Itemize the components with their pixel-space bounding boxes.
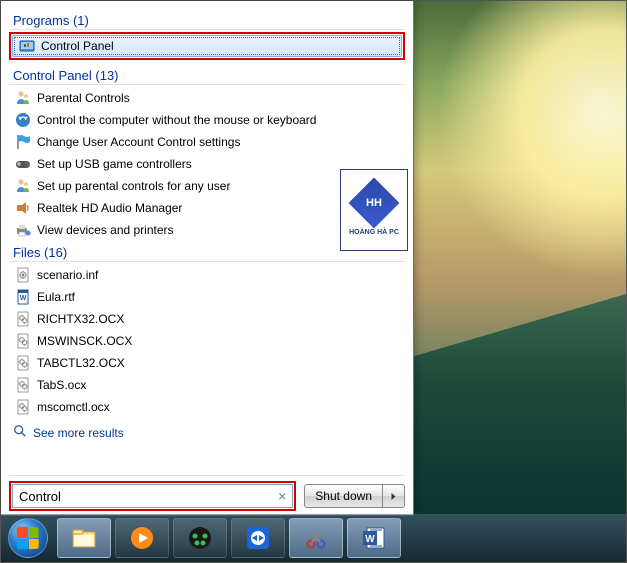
- control-panel-icon: [19, 38, 35, 54]
- ocx-icon: [15, 377, 31, 393]
- taskbar-item-teamviewer[interactable]: [231, 518, 285, 558]
- word-icon: W: [360, 524, 388, 552]
- result-item[interactable]: MSWINSCK.OCX: [9, 330, 405, 352]
- teamviewer-icon: [244, 524, 272, 552]
- result-item[interactable]: scenario.inf: [9, 264, 405, 286]
- search-highlight: ×: [9, 481, 296, 511]
- media-player-icon: [128, 524, 156, 552]
- ocx-icon: [15, 333, 31, 349]
- result-label: TABCTL32.OCX: [37, 356, 125, 370]
- realtek-icon: [15, 200, 31, 216]
- taskbar-item-snipping-tool[interactable]: [289, 518, 343, 558]
- result-label: Control Panel: [41, 39, 114, 53]
- word-icon: W: [15, 289, 31, 305]
- inf-icon: [15, 267, 31, 283]
- ease-icon: [15, 112, 31, 128]
- svg-text:W: W: [20, 295, 27, 302]
- search-input[interactable]: [17, 489, 276, 504]
- result-item[interactable]: mscomctl.ocx: [9, 396, 405, 418]
- result-item[interactable]: Change User Account Control settings: [9, 131, 405, 153]
- result-label: View devices and printers: [37, 223, 174, 237]
- result-item[interactable]: Control the computer without the mouse o…: [9, 109, 405, 131]
- see-more-label: See more results: [33, 426, 124, 440]
- result-label: Realtek HD Audio Manager: [37, 201, 182, 215]
- search-icon: [13, 424, 27, 441]
- game-controller-icon: [15, 156, 31, 172]
- clear-search-icon[interactable]: ×: [276, 488, 288, 504]
- programs-heading: Programs (1): [9, 9, 405, 30]
- programs-highlight: Control Panel: [9, 32, 405, 60]
- result-label: Change User Account Control settings: [37, 135, 240, 149]
- uac-flag-icon: [15, 134, 31, 150]
- parental-icon: [15, 90, 31, 106]
- control-panel-heading: Control Panel (13): [9, 64, 405, 85]
- result-label: Parental Controls: [37, 91, 130, 105]
- parental-icon: [15, 178, 31, 194]
- result-item[interactable]: Parental Controls: [9, 87, 405, 109]
- taskbar-item-explorer[interactable]: [57, 518, 111, 558]
- result-item[interactable]: W Eula.rtf: [9, 286, 405, 308]
- coccoc-icon: [186, 524, 214, 552]
- shut-down-options-button[interactable]: [383, 484, 405, 508]
- ocx-icon: [15, 399, 31, 415]
- result-label: Set up parental controls for any user: [37, 179, 230, 193]
- watermark-logo: HH HOÀNG HÀ PC: [340, 169, 408, 251]
- shut-down-button[interactable]: Shut down: [304, 484, 383, 508]
- snipping-tool-icon: [302, 524, 330, 552]
- ocx-icon: [15, 311, 31, 327]
- result-label: scenario.inf: [37, 268, 98, 282]
- taskbar-item-coccoc[interactable]: [173, 518, 227, 558]
- result-label: MSWINSCK.OCX: [37, 334, 132, 348]
- taskbar-item-word[interactable]: W: [347, 518, 401, 558]
- taskbar: W: [1, 514, 626, 562]
- taskbar-item-media-player[interactable]: [115, 518, 169, 558]
- start-menu-search-results: Programs (1) Control Panel Control Panel…: [1, 1, 414, 516]
- result-item[interactable]: TabS.ocx: [9, 374, 405, 396]
- result-item[interactable]: TABCTL32.OCX: [9, 352, 405, 374]
- result-label: Set up USB game controllers: [37, 157, 192, 171]
- result-label: RICHTX32.OCX: [37, 312, 124, 326]
- result-label: Eula.rtf: [37, 290, 75, 304]
- devices-printers-icon: [15, 222, 31, 238]
- result-item[interactable]: RICHTX32.OCX: [9, 308, 405, 330]
- ocx-icon: [15, 355, 31, 371]
- svg-text:W: W: [365, 534, 375, 545]
- result-label: TabS.ocx: [37, 378, 86, 392]
- result-label: mscomctl.ocx: [37, 400, 110, 414]
- result-control-panel[interactable]: Control Panel: [12, 35, 402, 57]
- search-box[interactable]: ×: [12, 484, 293, 508]
- result-label: Control the computer without the mouse o…: [37, 113, 316, 127]
- explorer-icon: [70, 524, 98, 552]
- see-more-results[interactable]: See more results: [9, 418, 405, 447]
- start-button[interactable]: [3, 517, 53, 559]
